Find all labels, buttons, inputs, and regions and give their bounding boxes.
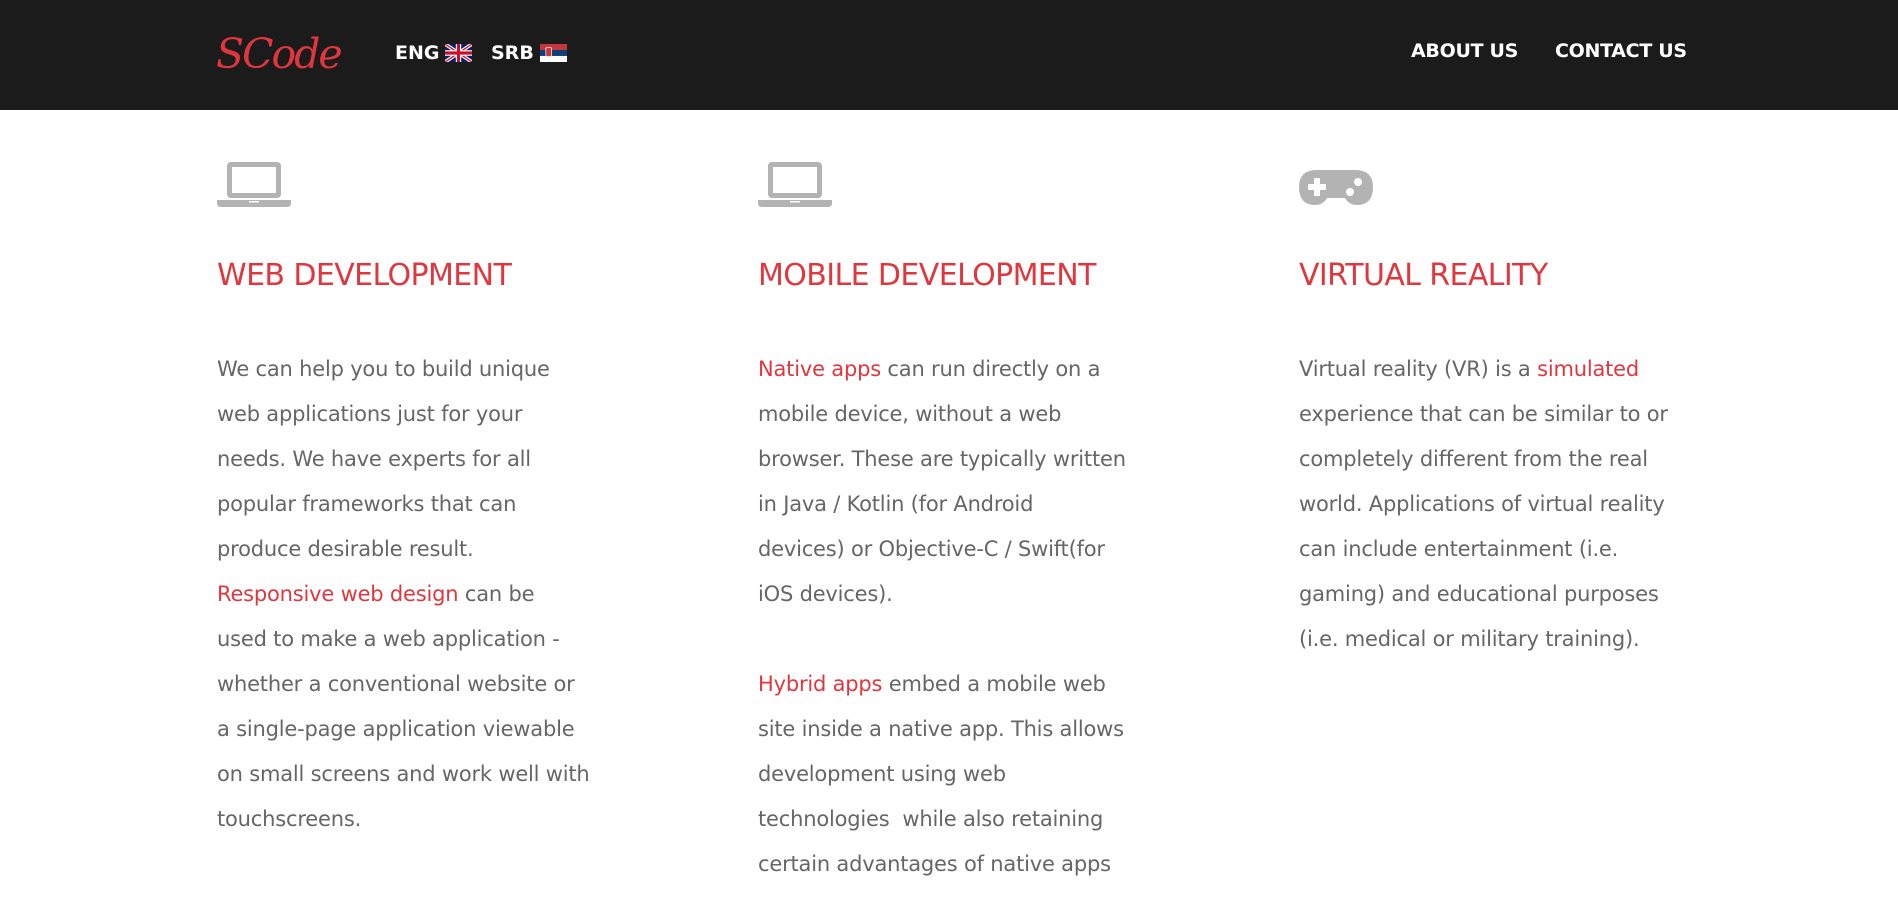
mobile-dev-line: embed a mobile web xyxy=(882,672,1106,696)
web-dev-line: whether a conventional website or xyxy=(217,672,575,696)
vr-line: can include entertainment (i.e. xyxy=(1299,537,1619,561)
vr-line: Virtual reality (VR) is a xyxy=(1299,357,1538,381)
gamepad-icon xyxy=(1299,170,1373,205)
mobile-development-text: Native apps can run directly on a mobile… xyxy=(758,347,1126,887)
mobile-dev-line: certain advantages of native apps xyxy=(758,852,1111,876)
web-development-text: We can help you to build unique web appl… xyxy=(217,347,590,842)
mobile-dev-line: mobile device, without a web xyxy=(758,402,1062,426)
mobile-dev-line: devices) or Objective-C / Swift(for xyxy=(758,537,1105,561)
mobile-dev-line: technologies while also retaining xyxy=(758,807,1104,831)
web-dev-line: We can help you to build unique xyxy=(217,357,550,381)
site-logo[interactable]: SCode xyxy=(216,24,343,84)
laptop-icon xyxy=(758,162,832,207)
web-development-section: WEB DEVELOPMENT We can help you to build… xyxy=(217,150,617,831)
web-dev-line: a single-page application viewable xyxy=(217,717,575,741)
hybrid-apps-highlight: Hybrid apps xyxy=(758,672,883,696)
mobile-development-section: MOBILE DEVELOPMENT Native apps can run d… xyxy=(758,150,1158,876)
virtual-reality-section: VIRTUAL REALITY Virtual reality (VR) is … xyxy=(1299,150,1699,651)
web-dev-paragraph-1: We can help you to build unique web appl… xyxy=(217,347,590,572)
web-dev-line: touchscreens. xyxy=(217,807,362,831)
web-dev-line: needs. We have experts for all xyxy=(217,447,531,471)
mobile-dev-line: in Java / Kotlin (for Android xyxy=(758,492,1034,516)
mobile-dev-line: iOS devices). xyxy=(758,582,893,606)
responsive-web-design-highlight: Responsive web design xyxy=(217,582,459,606)
laptop-icon xyxy=(217,162,291,207)
web-dev-line: web applications just for your xyxy=(217,402,523,426)
virtual-reality-text: Virtual reality (VR) is a simulated expe… xyxy=(1299,347,1668,662)
top-navbar: SCode ENG SRB ABOUT US CONTACT US xyxy=(0,0,1898,110)
web-dev-line: produce desirable result. xyxy=(217,537,474,561)
web-dev-line: can be xyxy=(458,582,535,606)
mobile-dev-paragraph-1: Native apps can run directly on a mobile… xyxy=(758,347,1126,617)
native-apps-highlight: Native apps xyxy=(758,357,881,381)
mobile-dev-line: site inside a native app. This allows xyxy=(758,717,1124,741)
vr-paragraph-1: Virtual reality (VR) is a simulated expe… xyxy=(1299,347,1668,662)
language-srb-button[interactable]: SRB xyxy=(491,40,567,66)
web-dev-line: popular frameworks that can xyxy=(217,492,517,516)
nav-about-us[interactable]: ABOUT US xyxy=(1411,40,1518,62)
vr-line: world. Applications of virtual reality xyxy=(1299,492,1665,516)
mobile-dev-line: browser. These are typically written xyxy=(758,447,1126,471)
uk-flag-icon xyxy=(445,44,473,62)
web-development-title: WEB DEVELOPMENT xyxy=(217,258,512,293)
virtual-reality-title: VIRTUAL REALITY xyxy=(1299,258,1548,293)
language-srb-label: SRB xyxy=(491,42,534,64)
mobile-dev-line: can run directly on a xyxy=(880,357,1101,381)
vr-line: completely different from the real xyxy=(1299,447,1648,471)
vr-line: experience that can be similar to or xyxy=(1299,402,1668,426)
language-eng-label: ENG xyxy=(395,42,440,64)
vr-line: gaming) and educational purposes xyxy=(1299,582,1659,606)
simulated-highlight: simulated xyxy=(1537,357,1640,381)
web-dev-paragraph-2: Responsive web design can be used to mak… xyxy=(217,572,590,842)
nav-contact-us[interactable]: CONTACT US xyxy=(1555,40,1687,62)
language-eng-button[interactable]: ENG xyxy=(395,40,473,66)
vr-line: (i.e. medical or military training). xyxy=(1299,627,1640,651)
mobile-development-title: MOBILE DEVELOPMENT xyxy=(758,258,1096,293)
mobile-dev-paragraph-2: Hybrid apps embed a mobile web site insi… xyxy=(758,662,1126,887)
web-dev-line: used to make a web application - xyxy=(217,627,560,651)
web-dev-line: on small screens and work well with xyxy=(217,762,590,786)
mobile-dev-line: development using web xyxy=(758,762,1006,786)
serbia-flag-icon xyxy=(539,44,567,62)
